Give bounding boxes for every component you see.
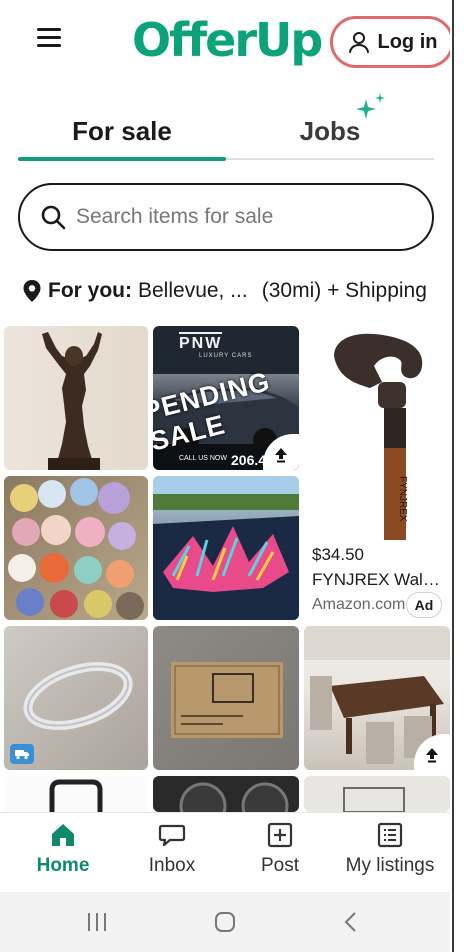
dealer-logo: PNW <box>179 332 223 353</box>
nav-post-label: Post <box>260 855 300 876</box>
search-bar[interactable] <box>18 183 434 251</box>
tab-jobs[interactable]: Jobs <box>226 100 434 162</box>
ad-title: FYNJREX Walki... <box>312 570 446 589</box>
listing-tile[interactable] <box>153 626 299 770</box>
truck-icon <box>15 750 29 760</box>
listing-tile[interactable] <box>4 776 148 812</box>
listing-tile[interactable] <box>4 476 148 620</box>
ad-price: $34.50 <box>312 545 364 564</box>
menu-button[interactable] <box>34 28 64 54</box>
nav-my-listings[interactable]: My listings <box>334 821 446 889</box>
box-image <box>171 662 283 738</box>
search-icon <box>41 205 66 230</box>
search-input[interactable] <box>76 205 406 229</box>
nav-home[interactable]: Home <box>7 821 119 889</box>
furniture-image <box>343 787 405 812</box>
login-label: Log in <box>377 30 438 53</box>
wheels-image <box>179 782 289 812</box>
listing-tile[interactable] <box>4 326 148 470</box>
location-filter: For you: Bellevue, ... (30mi) + Shipping <box>22 275 427 307</box>
listing-tile[interactable] <box>153 776 299 812</box>
back-icon[interactable] <box>336 910 366 934</box>
nav-inbox-label: Inbox <box>148 855 196 876</box>
home-icon <box>52 824 74 846</box>
location-distance[interactable]: (30mi) + Shipping <box>262 279 427 303</box>
ad-badge: Ad <box>406 592 442 618</box>
yarn-image <box>8 478 144 620</box>
listing-tile[interactable]: PNW LUXURY CARS PENDING SALE CALL US NOW… <box>153 326 299 470</box>
truck-bed-image <box>153 476 299 620</box>
listing-tile[interactable] <box>304 626 450 770</box>
recent-apps-icon[interactable] <box>82 910 112 934</box>
arrow-up-icon <box>275 448 287 463</box>
home-button-icon[interactable] <box>210 910 240 934</box>
system-navigation-bar <box>0 892 474 952</box>
statue-image <box>42 332 102 470</box>
nav-inbox[interactable]: Inbox <box>116 821 228 889</box>
dealer-tagline: LUXURY CARS <box>199 353 253 359</box>
nav-my-listings-label: My listings <box>345 855 435 876</box>
location-pin-icon <box>23 280 41 302</box>
hamburger-icon <box>37 28 61 31</box>
offerup-logo[interactable]: OfferUp <box>132 12 323 68</box>
for-you-label: For you: <box>48 279 132 302</box>
shipping-badge <box>10 744 34 764</box>
cane-image: FYNJREX <box>334 333 423 540</box>
ad-source: Amazon.com <box>312 596 406 613</box>
tab-for-sale[interactable]: For sale <box>18 100 226 162</box>
listing-tile[interactable] <box>153 476 299 620</box>
listing-grid: PNW LUXURY CARS PENDING SALE CALL US NOW… <box>4 326 450 812</box>
sparkle-icon <box>356 93 385 119</box>
call-us-text: CALL US NOW <box>179 455 227 462</box>
plus-box-icon <box>267 822 293 848</box>
nav-post[interactable]: Post <box>224 821 336 889</box>
bottom-navigation: Home Inbox Post My listings <box>0 812 450 892</box>
svg-text:FYNJREX: FYNJREX <box>397 476 408 522</box>
screen-border <box>452 0 454 952</box>
location-city[interactable]: Bellevue, ... <box>138 279 248 303</box>
login-button[interactable]: Log in <box>330 16 454 68</box>
handle-image <box>49 779 103 812</box>
arrow-up-icon <box>426 748 438 763</box>
app-screen: OfferUp Log in For sale Jobs Fo <box>0 0 474 952</box>
list-icon <box>377 822 403 848</box>
listing-tile[interactable] <box>4 626 148 770</box>
top-header: OfferUp Log in <box>0 0 474 84</box>
chat-icon <box>158 824 186 847</box>
listing-tile[interactable] <box>304 776 450 812</box>
active-tab-indicator <box>18 157 226 161</box>
nav-home-label: Home <box>36 855 90 876</box>
user-icon <box>348 32 369 53</box>
